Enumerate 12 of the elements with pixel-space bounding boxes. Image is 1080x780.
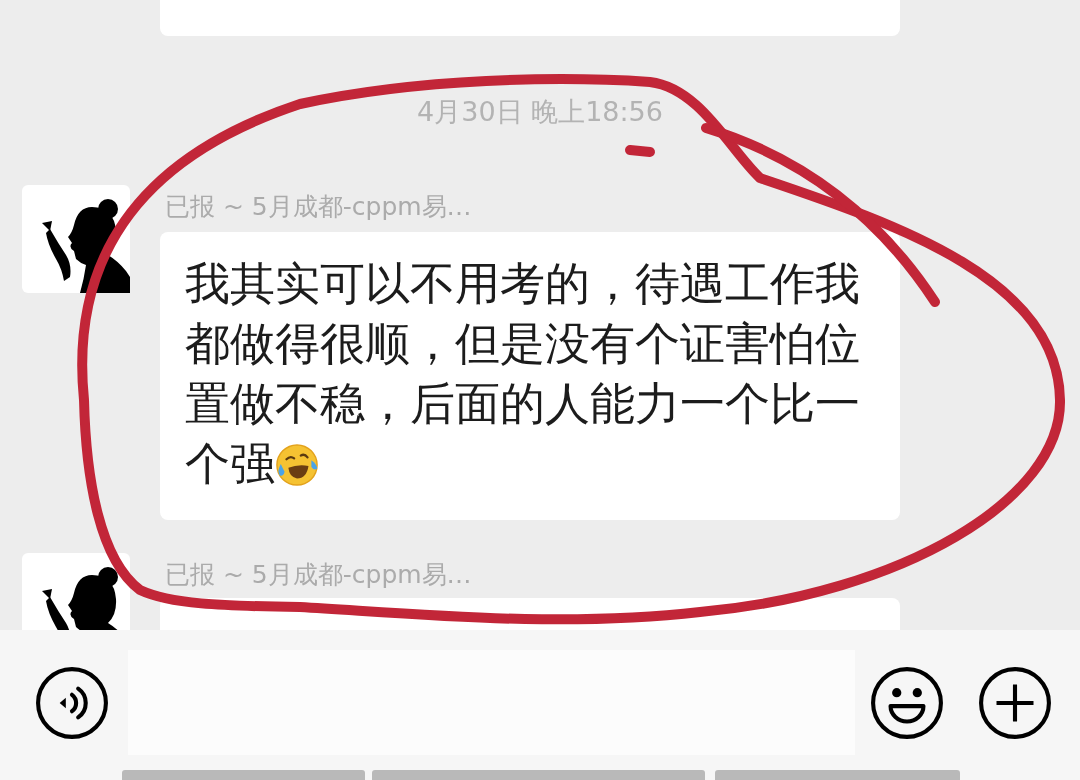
timestamp: 4月30日 晚上18:56: [417, 96, 663, 128]
plus-icon: [978, 666, 1052, 740]
smiley-icon: [870, 666, 944, 740]
voice-button[interactable]: [35, 666, 109, 740]
emoji-button[interactable]: [870, 666, 944, 740]
avatar-silhouette[interactable]: [22, 553, 130, 630]
message-text: 我其实可以不用考的，待遇工作我都做得很顺，但是没有个证害怕位置做不稳，后面的人能力一个比一个强: [185, 257, 860, 490]
sender-name: 已报 ~ 5月成都-cppm易…: [165, 560, 472, 590]
voice-icon: [35, 666, 109, 740]
avatar-silhouette[interactable]: [22, 185, 130, 293]
more-button[interactable]: [978, 666, 1052, 740]
sender-name: 已报 ~ 5月成都-cppm易…: [165, 192, 472, 222]
